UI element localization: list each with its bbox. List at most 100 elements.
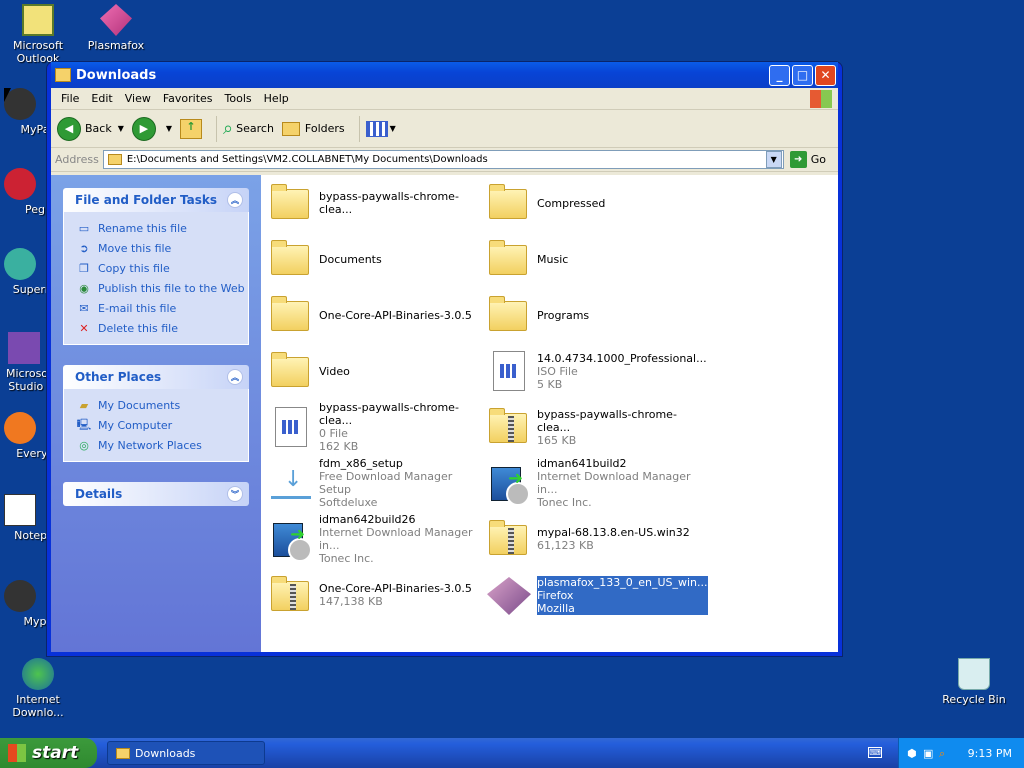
idm-icon	[485, 461, 533, 506]
panel-header[interactable]: Other Places ︽	[63, 365, 249, 389]
maximize-button[interactable]: □	[792, 64, 813, 86]
file-detail: 147,138 KB	[319, 595, 383, 608]
iso-file-icon	[485, 349, 533, 393]
folders-button[interactable]: Folders	[281, 121, 345, 136]
folder-icon	[267, 349, 315, 393]
go-arrow-icon: ➜	[789, 151, 807, 168]
file-item[interactable]: fdm_x86_setupFree Download Manager Setup…	[267, 457, 479, 509]
back-arrow-icon: ◀	[57, 116, 81, 141]
file-item[interactable]: Music	[485, 235, 697, 283]
collapse-icon[interactable]: ︽	[227, 369, 243, 385]
mouse-cursor	[4, 88, 11, 102]
chevron-down-icon[interactable]: ▼	[118, 124, 124, 133]
globe-icon: ◉	[79, 281, 89, 295]
search-button[interactable]: ⌕ Search	[223, 118, 274, 139]
folder-icon	[267, 293, 315, 337]
address-input[interactable]: E:\Documents and Settings\VM2.COLLABNET\…	[102, 150, 784, 169]
collapse-icon[interactable]: ︽	[227, 192, 243, 208]
network-icon[interactable]: ▣	[923, 747, 935, 760]
separator	[216, 115, 218, 142]
details-panel: Details ︾	[63, 482, 249, 506]
menu-file[interactable]: File	[55, 92, 85, 105]
file-item[interactable]: Programs	[485, 291, 697, 339]
move-icon: ➲	[79, 241, 89, 255]
folder-icon	[116, 747, 130, 759]
move-file-link[interactable]: ➲ Move this file	[76, 238, 248, 258]
file-detail: Free Download Manager Setup	[319, 470, 453, 496]
keyboard-icon[interactable]: ⌨	[868, 747, 882, 758]
file-item[interactable]: Video	[267, 347, 479, 395]
file-detail: Tonec Inc.	[537, 496, 592, 509]
file-item[interactable]: idman641build2Internet Download Manager …	[485, 457, 697, 509]
file-label: plasmafox_133_0_en_US_win... Firefox Mozil…	[537, 575, 708, 615]
menu-view[interactable]: View	[119, 92, 157, 105]
delete-file-link[interactable]: ✕ Delete this file	[76, 318, 248, 338]
desktop-icon-recycle-bin[interactable]: Recycle Bin	[936, 658, 1012, 706]
folder-icon	[267, 237, 315, 281]
file-item[interactable]: mypal-68.13.8.en-US.win32 61,123 KB	[485, 515, 697, 563]
file-item[interactable]: Documents	[267, 235, 479, 283]
my-computer-icon: 🖳	[76, 417, 92, 431]
back-button[interactable]: ◀ Back ▼	[57, 116, 124, 141]
menu-help[interactable]: Help	[258, 92, 295, 105]
chevron-down-icon[interactable]: ▼	[166, 124, 172, 133]
rename-icon: ▭	[78, 221, 90, 235]
file-item[interactable]: bypass-paywalls-chrome-clea...	[267, 179, 479, 227]
file-item[interactable]: bypass-paywalls-chrome-clea... 165 KB	[485, 403, 697, 451]
forward-button[interactable]: ▶ ▼	[131, 116, 172, 141]
up-button[interactable]: ↑	[180, 118, 203, 139]
go-button[interactable]: ➜ Go	[789, 151, 826, 168]
search-icon[interactable]: ⌕	[939, 747, 951, 760]
publish-file-link[interactable]: ◉ Publish this file to the Web	[76, 278, 248, 298]
address-dropdown-button[interactable]: ▼	[765, 151, 782, 168]
file-label: Programs	[537, 309, 589, 322]
minimize-button[interactable]: _	[769, 64, 790, 86]
my-network-places-link[interactable]: ◎ My Network Places	[76, 435, 248, 455]
taskbar-button-downloads[interactable]: Downloads	[107, 741, 265, 765]
file-item[interactable]: Compressed	[485, 179, 697, 227]
rename-file-link[interactable]: ▭ Rename this file	[76, 218, 248, 238]
address-label: Address	[55, 153, 99, 166]
menu-favorites[interactable]: Favorites	[157, 92, 219, 105]
views-icon	[365, 120, 388, 137]
file-name: bypass-paywalls-chrome-clea...	[537, 407, 677, 434]
views-button[interactable]: ▼	[365, 120, 396, 137]
file-item[interactable]: 14.0.4734.1000_Professional... ISO File 5 …	[485, 347, 707, 395]
file-item[interactable]: bypass-paywalls-chrome-clea... 0 File 162 …	[267, 401, 479, 453]
safely-remove-icon[interactable]: ⬢	[907, 747, 919, 760]
title-bar[interactable]: Downloads _ □ ✕	[51, 62, 838, 88]
copy-file-link[interactable]: ❐ Copy this file	[76, 258, 248, 278]
file-item[interactable]: One-Core-API-Binaries-3.0.5 147,138 KB	[267, 571, 479, 619]
folder-icon	[485, 181, 533, 225]
outlook-icon	[22, 4, 54, 36]
menu-tools[interactable]: Tools	[219, 92, 258, 105]
email-file-link[interactable]: ✉ E-mail this file	[76, 298, 248, 318]
menu-edit[interactable]: Edit	[85, 92, 118, 105]
file-label: Documents	[319, 253, 382, 266]
file-name: One-Core-API-Binaries-3.0.5	[319, 582, 472, 595]
expand-icon[interactable]: ︾	[227, 486, 243, 502]
close-button[interactable]: ✕	[815, 64, 836, 86]
file-item[interactable]: idman642build26Internet Download Manager…	[267, 513, 479, 565]
file-detail: Internet Download Manager in...	[537, 470, 691, 496]
file-name: idman642build26	[319, 513, 416, 526]
start-button[interactable]: start	[0, 738, 97, 768]
desktop-icon-plasmafox[interactable]: Plasmafox	[78, 4, 154, 52]
file-item[interactable]: plasmafox_133_0_en_US_win... Firefox Mozil…	[485, 571, 708, 619]
my-computer-link[interactable]: 🖳 My Computer	[76, 415, 248, 435]
file-detail: Softdeluxe	[319, 496, 378, 509]
my-documents-link[interactable]: ▰ My Documents	[76, 395, 248, 415]
file-label: bypass-paywalls-chrome-clea... 165 KB	[537, 408, 697, 447]
desktop-icon-idm[interactable]: Internet Downlo...	[0, 658, 76, 719]
file-name: fdm_x86_setup	[319, 457, 403, 470]
panel-header[interactable]: Details ︾	[63, 482, 249, 506]
file-item[interactable]: One-Core-API-Binaries-3.0.5	[267, 291, 479, 339]
desktop-icon-outlook[interactable]: Microsoft Outlook	[0, 4, 76, 65]
clock[interactable]: 9:13 PM	[968, 747, 1012, 760]
file-name: 14.0.4734.1000_Professional...	[537, 351, 707, 365]
file-detail: 61,123 KB	[537, 539, 594, 552]
panel-header[interactable]: File and Folder Tasks ︽	[63, 188, 249, 212]
zip-folder-icon	[267, 573, 315, 617]
folder-icon	[107, 154, 122, 165]
window-title: Downloads	[76, 67, 157, 83]
